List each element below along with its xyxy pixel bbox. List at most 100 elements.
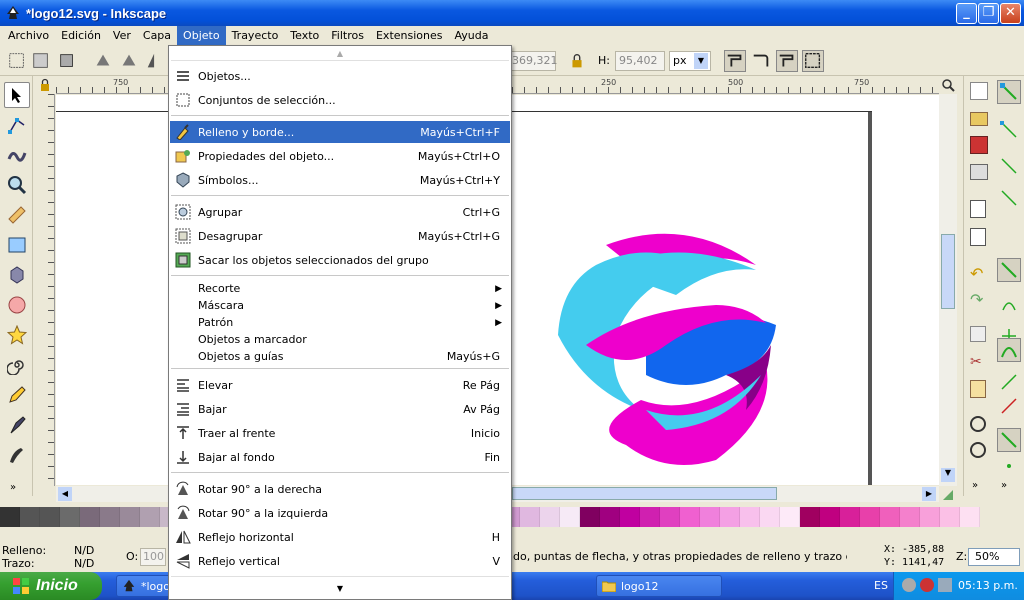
palette-swatch[interactable] xyxy=(640,507,660,527)
calligraphy-tool-icon[interactable] xyxy=(4,442,30,468)
rectangle-tool-icon[interactable] xyxy=(4,232,30,258)
ellipse-tool-icon[interactable] xyxy=(4,292,30,318)
tray-icon-3[interactable] xyxy=(938,578,952,592)
palette-swatch[interactable] xyxy=(820,507,840,527)
palette-swatch[interactable] xyxy=(620,507,640,527)
menu-filtros[interactable]: Filtros xyxy=(325,26,370,46)
palette-swatch[interactable] xyxy=(40,507,60,527)
palette-swatch[interactable] xyxy=(600,507,620,527)
undo-icon[interactable]: ↶ xyxy=(970,264,983,283)
palette-swatch[interactable] xyxy=(880,507,900,527)
palette-swatch[interactable] xyxy=(20,507,40,527)
toolbox-more-icon[interactable]: » xyxy=(10,482,16,493)
palette-swatch[interactable] xyxy=(860,507,880,527)
palette-swatch[interactable] xyxy=(60,507,80,527)
taskbar-item-inkscape[interactable]: *logo xyxy=(116,575,172,597)
x-field[interactable]: 369,321 xyxy=(508,51,558,71)
scroll-left-icon[interactable]: ◀ xyxy=(58,487,72,501)
pen-tool-icon[interactable] xyxy=(4,412,30,438)
import-icon[interactable] xyxy=(970,200,986,218)
select-all-layers-icon[interactable] xyxy=(30,50,52,72)
menu-objeto[interactable]: Objeto xyxy=(177,26,226,46)
open-icon[interactable] xyxy=(970,112,988,126)
menu-capa[interactable]: Capa xyxy=(137,26,177,46)
palette-swatch[interactable] xyxy=(140,507,160,527)
palette-swatch[interactable] xyxy=(680,507,700,527)
snap-enable-icon[interactable] xyxy=(997,80,1021,104)
maximize-button[interactable]: ❐ xyxy=(978,3,999,24)
snap-smooth-icon[interactable] xyxy=(997,338,1021,362)
menu-ver[interactable]: Ver xyxy=(107,26,137,46)
node-tool-icon[interactable] xyxy=(4,112,30,138)
palette-swatch[interactable] xyxy=(560,507,580,527)
redo-icon[interactable]: ↷ xyxy=(970,290,983,309)
measure-tool-icon[interactable] xyxy=(4,202,30,228)
cut-icon[interactable]: ✂ xyxy=(970,354,982,370)
zoom-field[interactable]: 50% xyxy=(968,548,1020,566)
menu-item-rotar-izquierda[interactable]: Rotar 90° a la izquierda xyxy=(170,502,510,524)
save-icon[interactable] xyxy=(970,136,988,154)
menu-item-sacar-del-grupo[interactable]: Sacar los objetos seleccionados del grup… xyxy=(170,249,510,271)
selector-tool-icon[interactable] xyxy=(4,82,30,108)
scroll-thumb[interactable] xyxy=(941,234,955,309)
commands-more-icon[interactable]: » xyxy=(972,480,978,491)
palette-swatch[interactable] xyxy=(800,507,820,527)
snap-more-icon[interactable]: » xyxy=(1001,480,1007,491)
lock-icon[interactable] xyxy=(566,50,588,72)
menu-ayuda[interactable]: Ayuda xyxy=(448,26,494,46)
scale-corners-icon[interactable] xyxy=(750,50,772,72)
menu-item-objetos-a-marcador[interactable]: Objetos a marcador xyxy=(170,331,510,348)
color-palette[interactable] xyxy=(0,506,1024,528)
flip-tool-icon[interactable] xyxy=(144,50,166,72)
3d-box-tool-icon[interactable] xyxy=(4,262,30,288)
palette-swatch[interactable] xyxy=(660,507,680,527)
palette-swatch[interactable] xyxy=(80,507,100,527)
vertical-scrollbar[interactable]: ▼ xyxy=(939,94,957,486)
menu-archivo[interactable]: Archivo xyxy=(2,26,55,46)
deselect-icon[interactable] xyxy=(56,50,78,72)
snap-toggle-icon[interactable] xyxy=(939,486,957,504)
snap-nodes-icon[interactable] xyxy=(997,258,1021,282)
h-field[interactable]: 95,402 xyxy=(615,51,665,71)
menu-item-simbolos[interactable]: Símbolos... Mayús+Ctrl+Y xyxy=(170,169,510,191)
snap-grid-icon[interactable] xyxy=(999,456,1019,479)
palette-swatch[interactable] xyxy=(520,507,540,527)
start-button[interactable]: Inicio xyxy=(0,572,102,600)
menu-item-recorte[interactable]: Recorte ▶ xyxy=(170,280,510,297)
menu-item-objetos[interactable]: Objetos... xyxy=(170,65,510,87)
zoom-selection-icon[interactable] xyxy=(970,416,986,432)
menu-item-propiedades-objeto[interactable]: Propiedades del objeto... Mayús+Ctrl+O xyxy=(170,145,510,167)
menu-item-agrupar[interactable]: Agrupar Ctrl+G xyxy=(170,201,510,223)
export-icon[interactable] xyxy=(970,228,986,246)
print-icon[interactable] xyxy=(970,164,988,180)
menu-item-rotar-derecha[interactable]: Rotar 90° a la derecha xyxy=(170,478,510,500)
palette-swatch[interactable] xyxy=(580,507,600,527)
opacity-field[interactable]: 100 xyxy=(140,548,166,566)
palette-swatch[interactable] xyxy=(920,507,940,527)
zoom-drawing-icon[interactable] xyxy=(970,442,986,458)
menu-item-relleno-borde[interactable]: Relleno y borde... Mayús+Ctrl+F xyxy=(170,121,510,143)
scale-stroke-icon[interactable] xyxy=(724,50,746,72)
palette-swatch[interactable] xyxy=(100,507,120,527)
menu-edicion[interactable]: Edición xyxy=(55,26,107,46)
paste-icon[interactable] xyxy=(970,380,986,398)
snap-path-icon[interactable] xyxy=(999,294,1019,317)
palette-swatch[interactable] xyxy=(780,507,800,527)
menu-item-bajar[interactable]: Bajar Av Pág xyxy=(170,398,510,420)
tray-icon-1[interactable] xyxy=(902,578,916,592)
snap-page-icon[interactable] xyxy=(997,428,1021,452)
move-patterns-icon[interactable] xyxy=(802,50,824,72)
menu-item-patron[interactable]: Patrón ▶ xyxy=(170,314,510,331)
palette-swatch[interactable] xyxy=(0,507,20,527)
zoom-tool-icon[interactable] xyxy=(4,172,30,198)
menu-item-elevar[interactable]: Elevar Re Pág xyxy=(170,374,510,396)
palette-swatch[interactable] xyxy=(960,507,980,527)
scroll-right-icon[interactable]: ▶ xyxy=(922,487,936,501)
menu-texto[interactable]: Texto xyxy=(284,26,325,46)
spiral-tool-icon[interactable] xyxy=(4,352,30,378)
menu-scroll-down-icon[interactable]: ▼ xyxy=(170,583,510,595)
snap-bbox-icon[interactable] xyxy=(999,120,1019,143)
snap-center-icon[interactable] xyxy=(999,396,1019,419)
taskbar-item-folder[interactable]: logo12 xyxy=(596,575,722,597)
select-all-icon[interactable] xyxy=(6,50,28,72)
